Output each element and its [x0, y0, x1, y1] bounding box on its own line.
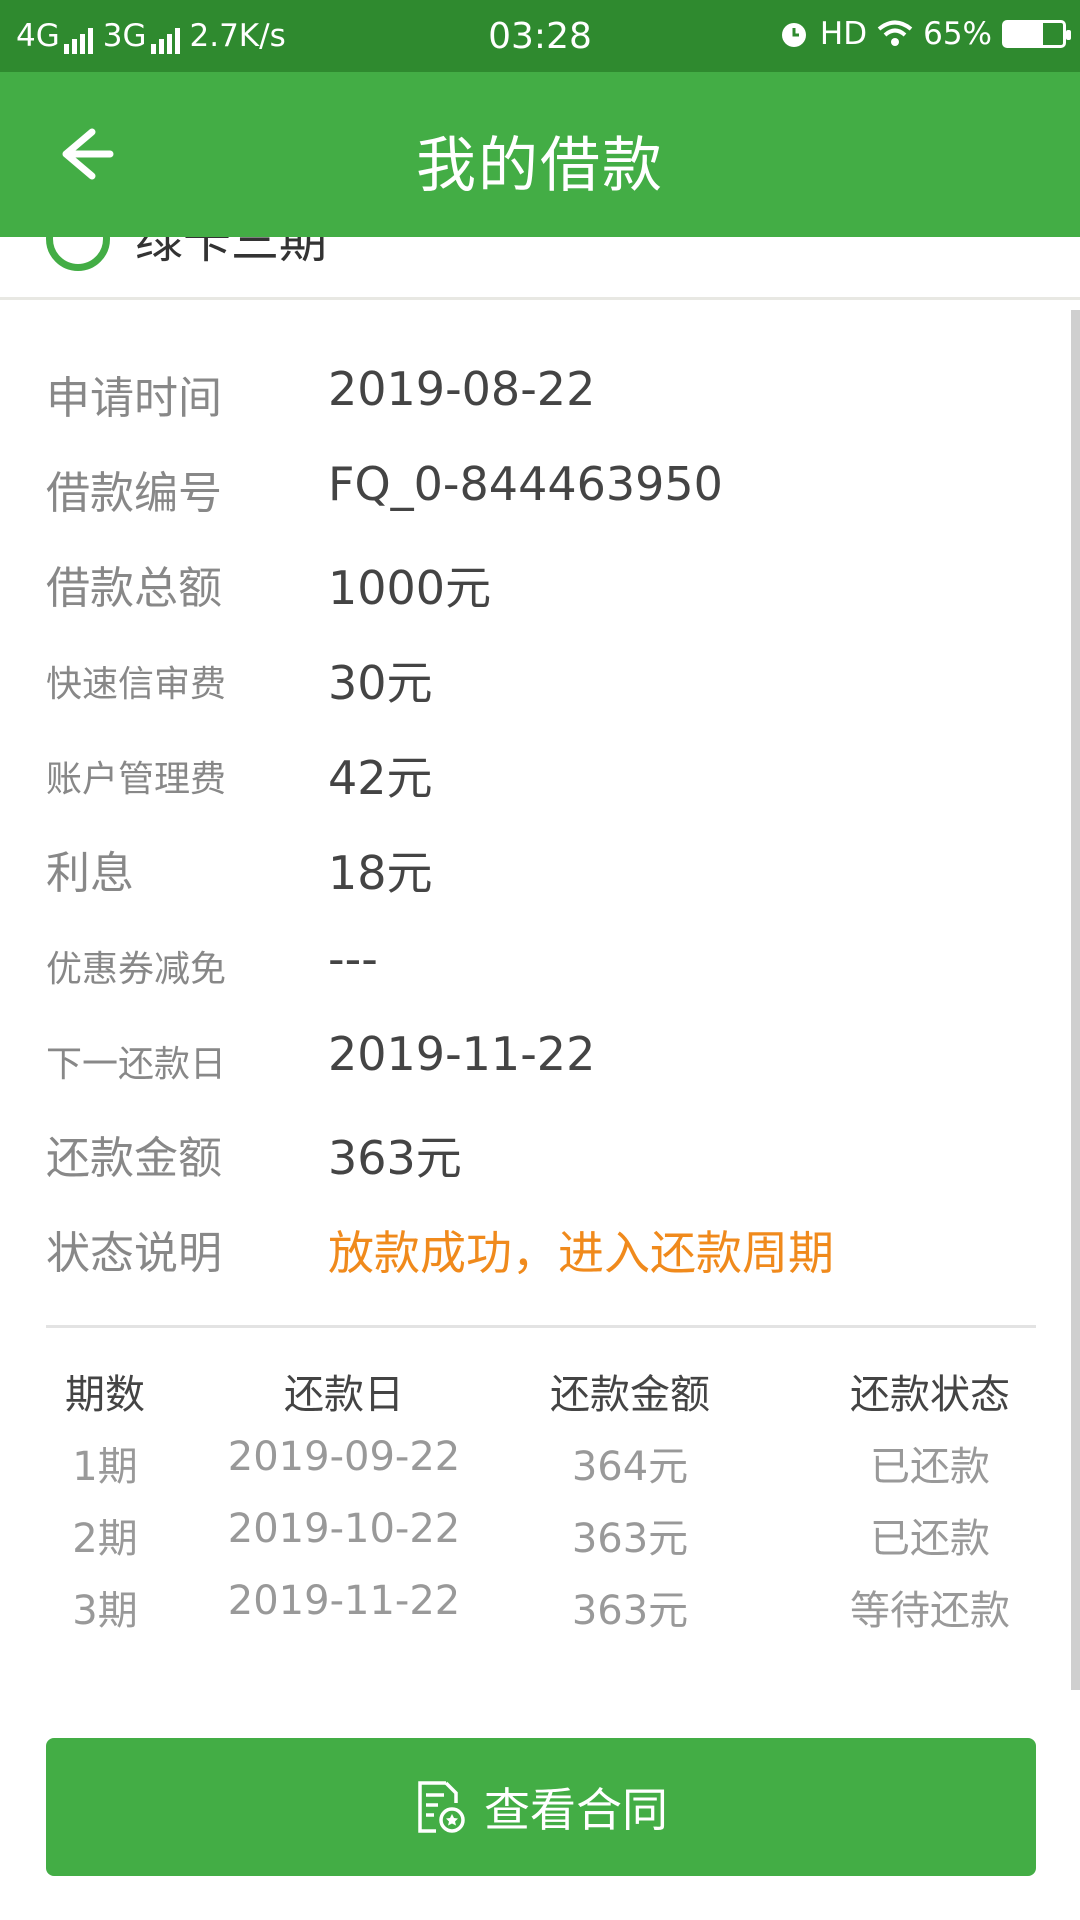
repayment-schedule: 期数 还款日 还款金额 还款状态 1期 2019-09-22 364元 已还款 … — [0, 1362, 1080, 1650]
table-row: 1期 2019-09-22 364元 已还款 — [0, 1434, 1080, 1506]
product-row: 绿卡三期 — [0, 237, 1080, 300]
detail-value: 2019-08-22 — [328, 362, 596, 416]
detail-row-interest: 利息 18元 — [0, 825, 1080, 920]
detail-value: 18元 — [328, 846, 433, 900]
table-cell: 363元 — [571, 1516, 689, 1562]
detail-value: FQ_0-844463950 — [328, 457, 723, 511]
product-logo-icon — [46, 237, 110, 271]
table-cell: 2019-10-22 — [227, 1506, 461, 1552]
view-contract-button[interactable]: 查看合同 — [46, 1738, 1036, 1876]
column-header: 还款状态 — [850, 1372, 1010, 1418]
detail-row-repay-amount: 还款金额 363元 — [0, 1110, 1080, 1205]
table-cell: 已还款 — [870, 1516, 990, 1562]
table-row: 3期 2019-11-22 363元 等待还款 — [0, 1578, 1080, 1650]
detail-value: 363元 — [328, 1131, 462, 1185]
table-cell: 2019-11-22 — [227, 1578, 461, 1624]
detail-label: 快速信审费 — [46, 664, 227, 705]
detail-label: 状态说明 — [46, 1228, 222, 1279]
detail-label: 借款总额 — [46, 563, 222, 614]
detail-label: 优惠券减免 — [46, 949, 227, 990]
wifi-icon — [877, 20, 913, 46]
column-header: 期数 — [65, 1372, 145, 1418]
contract-document-icon — [418, 1781, 465, 1833]
column-header: 还款金额 — [550, 1372, 710, 1418]
battery-icon — [1002, 20, 1071, 48]
status-bar-right: HD 65% — [778, 16, 1071, 52]
status-bar: 4G 3G 2.7K/s 03:28 HD 65% — [0, 0, 1080, 72]
table-cell: 2期 — [72, 1516, 138, 1562]
detail-row-apply-time: 申请时间 2019-08-22 — [0, 350, 1080, 445]
detail-row-review-fee: 快速信审费 30元 — [0, 635, 1080, 730]
detail-row-total: 借款总额 1000元 — [0, 540, 1080, 635]
battery-percent: 65% — [923, 16, 992, 52]
page-title: 我的借款 — [416, 131, 664, 201]
alarm-icon — [781, 23, 806, 47]
detail-row-status: 状态说明 放款成功，进入还款周期 — [0, 1205, 1080, 1300]
table-cell: 3期 — [72, 1588, 138, 1634]
schedule-header: 期数 还款日 还款金额 还款状态 — [0, 1362, 1080, 1434]
table-row: 2期 2019-10-22 363元 已还款 — [0, 1506, 1080, 1578]
table-cell: 363元 — [571, 1588, 689, 1634]
detail-value: 42元 — [328, 751, 433, 805]
divider — [46, 1325, 1036, 1328]
detail-row-next-date: 下一还款日 2019-11-22 — [0, 1015, 1080, 1110]
table-cell: 2019-09-22 — [227, 1434, 461, 1480]
detail-label: 申请时间 — [46, 373, 222, 424]
status-text: 放款成功，进入还款周期 — [328, 1226, 834, 1280]
table-cell: 1期 — [72, 1444, 138, 1490]
detail-value: 2019-11-22 — [328, 1027, 596, 1081]
app-header: 我的借款 — [0, 72, 1080, 237]
detail-label: 还款金额 — [46, 1133, 222, 1184]
detail-label: 借款编号 — [46, 468, 222, 519]
product-name: 绿卡三期 — [135, 237, 328, 269]
table-cell: 已还款 — [870, 1444, 990, 1490]
view-contract-label: 查看合同 — [484, 1783, 668, 1837]
hd-indicator: HD — [819, 16, 868, 52]
detail-row-account-fee: 账户管理费 42元 — [0, 730, 1080, 825]
loan-details: 申请时间 2019-08-22 借款编号 FQ_0-844463950 借款总额… — [0, 350, 1080, 1300]
detail-label: 下一还款日 — [46, 1044, 227, 1085]
table-cell: 等待还款 — [850, 1588, 1010, 1634]
detail-value: --- — [328, 932, 378, 986]
detail-row-loan-id: 借款编号 FQ_0-844463950 — [0, 445, 1080, 540]
detail-row-coupon: 优惠券减免 --- — [0, 920, 1080, 1015]
column-header: 还款日 — [284, 1372, 404, 1418]
detail-label: 利息 — [46, 848, 134, 899]
detail-label: 账户管理费 — [46, 759, 227, 800]
detail-value: 30元 — [328, 656, 433, 710]
detail-value: 1000元 — [328, 561, 492, 615]
table-cell: 364元 — [571, 1444, 689, 1490]
